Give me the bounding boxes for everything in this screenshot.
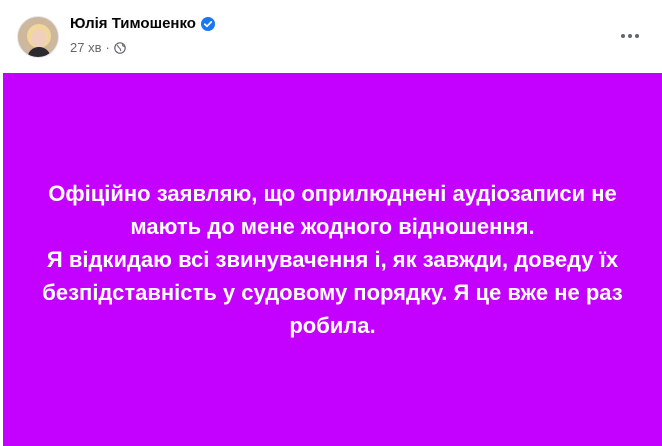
post-header: Юлія Тимошенко 27 хв ·	[0, 0, 662, 72]
author-avatar[interactable]	[17, 16, 59, 58]
more-dots-icon	[628, 34, 632, 38]
post-text: Офіційно заявляю, що оприлюднені аудіоза…	[33, 177, 633, 342]
more-dots-icon	[621, 34, 625, 38]
text-background-card: Офіційно заявляю, що оприлюднені аудіоза…	[3, 73, 662, 446]
avatar-image	[18, 17, 58, 57]
author-line: Юлія Тимошенко	[70, 15, 215, 32]
verified-badge-icon	[200, 16, 215, 31]
author-name[interactable]: Юлія Тимошенко	[70, 15, 196, 32]
more-options-button[interactable]	[614, 24, 646, 48]
post-timestamp[interactable]: 27 хв	[70, 40, 101, 55]
meta-separator: ·	[105, 40, 110, 55]
facebook-post: Юлія Тимошенко 27 хв · Офіційно заявляю,…	[0, 0, 662, 446]
globe-icon[interactable]	[114, 41, 126, 54]
more-dots-icon	[635, 34, 639, 38]
post-paragraph: Я відкидаю всі звинувачення і, як завжди…	[42, 246, 623, 338]
post-paragraph: Офіційно заявляю, що оприлюднені аудіоза…	[48, 180, 617, 239]
post-meta: 27 хв ·	[70, 40, 126, 55]
